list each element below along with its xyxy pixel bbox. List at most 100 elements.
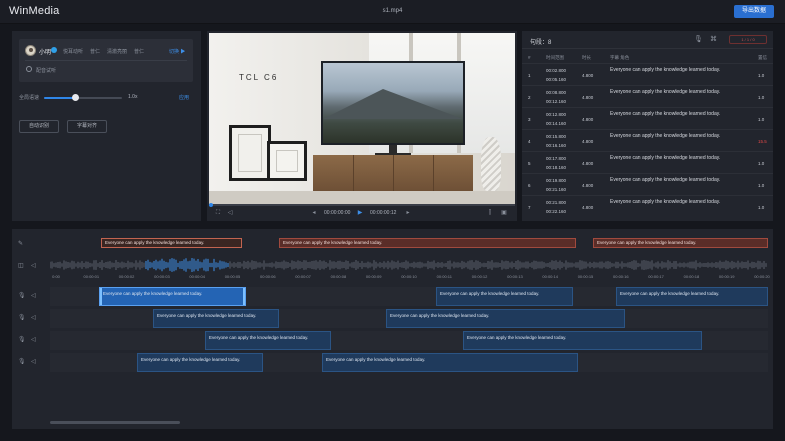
current-time: 00:00:00:00	[324, 210, 351, 216]
volume-icon[interactable]: ◁	[31, 314, 36, 321]
volume-icon[interactable]: ◁	[31, 358, 36, 365]
original-subtitle-clip[interactable]: Everyone can apply the knowledge learned…	[279, 238, 576, 248]
subtitle-row[interactable]: 3 00:12.800 00:14.160 4.800 Everyone can app…	[522, 107, 773, 129]
time-ruler[interactable]: 0:00 00:00:01 00:00:02 00:00:03 00:00:04 00:0…	[50, 273, 770, 283]
voice-tag: 清澈亮丽	[107, 49, 128, 55]
voice-clip[interactable]: Everyone can apply the knowledge learned…	[463, 331, 702, 350]
original-subtitle-clip[interactable]: Everyone can apply the knowledge learned…	[101, 238, 242, 248]
preview-radio[interactable]	[26, 66, 32, 72]
voice-clip[interactable]: Everyone can apply the knowledge learned…	[386, 309, 625, 328]
subtitle-text[interactable]: Everyone can apply the knowledge learned…	[610, 89, 720, 95]
auto-recognize-button[interactable]: 自动识别	[19, 120, 59, 133]
voice-tag: 普仁	[134, 49, 145, 55]
row-number: 5	[528, 161, 531, 166]
original-subtitle-lane: Everyone can apply the knowledge learned…	[50, 238, 768, 248]
voice-clip[interactable]: Everyone can apply the knowledge learned…	[153, 309, 279, 328]
subtitle-text[interactable]: Everyone can apply the knowledge learned…	[610, 155, 720, 161]
volume-icon[interactable]: ◁	[31, 262, 36, 269]
microphone-icon[interactable]: 🎙︎	[18, 336, 26, 343]
voice-clip[interactable]: Everyone can apply the knowledge learned…	[99, 287, 246, 306]
voice-tag: 普仁	[90, 49, 101, 55]
voice-clip[interactable]: Everyone can apply the knowledge learned…	[205, 331, 331, 350]
subtitle-header: 句段：8 🎙︎ ⌘ 1 / 1 / 0	[522, 31, 773, 49]
original-subtitle-clip[interactable]: Everyone can apply the knowledge learned…	[593, 238, 768, 248]
microphone-icon[interactable]: 🎙︎	[18, 314, 26, 321]
voice-clip-text: Everyone can apply the knowledge learned…	[103, 291, 203, 296]
end-time: 00:12.160	[546, 99, 567, 104]
speed-value: 1.0x	[128, 94, 138, 100]
confidence-value: 1.0	[758, 117, 765, 122]
subtitle-row[interactable]: 1 00:02.800 00:05.160 4.800 Everyone can app…	[522, 63, 773, 85]
split-icon[interactable]: ⫿	[487, 210, 493, 216]
ruler-tick-label: 00:00:19	[718, 274, 735, 279]
voice-track: Everyone can apply the knowledge learned…	[50, 331, 768, 350]
rewind-icon[interactable]: ◂	[311, 210, 317, 216]
ruler-tick-label: 00:00:20	[754, 274, 770, 279]
microphone-icon[interactable]: 🎙︎	[18, 292, 26, 299]
confidence-value: 1.0	[758, 205, 765, 210]
avatar	[25, 45, 36, 56]
align-subtitles-button[interactable]: 字幕对齐	[67, 120, 107, 133]
subtitle-text[interactable]: Everyone can apply the knowledge learned…	[610, 67, 720, 73]
timeline-scrollbar[interactable]	[50, 421, 180, 424]
subtitle-row[interactable]: 6 00:19.800 00:21.160 4.800 Everyone can app…	[522, 173, 773, 195]
fullscreen-icon[interactable]: ⛶	[215, 210, 221, 216]
duration: 4.800	[582, 161, 594, 166]
video-controls: ⛶ ◁ ◂ 00:00:00:00 ▶ 00:00:00:12 ▸ ⫿ ▣	[209, 207, 515, 219]
subtitle-text[interactable]: Everyone can apply the knowledge learned…	[610, 133, 720, 139]
voice-clip[interactable]: Everyone can apply the knowledge learned…	[616, 287, 768, 306]
top-bar: WinMedia s1.mp4 导出数据	[0, 0, 785, 24]
subtitle-row[interactable]: 7 00:21.800 00:22.160 4.800 Everyone can app…	[522, 195, 773, 217]
start-time: 00:12.800	[546, 112, 567, 117]
subtitle-row[interactable]: 5 00:17.800 00:18.160 4.800 Everyone can app…	[522, 151, 773, 173]
video-preview[interactable]: TCL C6	[209, 33, 515, 205]
volume-icon[interactable]: ◁	[31, 292, 36, 299]
error-count-pill[interactable]: 1 / 1 / 0	[729, 35, 767, 44]
ruler-tick-label: 00:00:15	[577, 274, 594, 279]
ruler-tick-label: 00:00:18	[683, 274, 700, 279]
export-button[interactable]: 导出数据	[734, 5, 774, 18]
start-time: 00:19.800	[546, 178, 567, 183]
volume-icon[interactable]: ◁	[227, 210, 233, 216]
settings-icon[interactable]: ▣	[501, 210, 507, 216]
ruler-tick-label: 00:00:16	[613, 274, 629, 279]
duration: 4.800	[582, 73, 594, 78]
translate-icon[interactable]: ⌘	[710, 36, 717, 43]
subtitle-text[interactable]: Everyone can apply the knowledge learned…	[610, 199, 720, 205]
subtitle-text[interactable]: Everyone can apply the knowledge learned…	[610, 111, 720, 117]
audio-waveform[interactable]	[50, 258, 768, 272]
start-time: 00:15.800	[546, 134, 567, 139]
voice-clip[interactable]: Everyone can apply the knowledge learned…	[137, 353, 263, 372]
timeline-panel: ✎ Everyone can apply the knowledge learn…	[12, 229, 773, 429]
speed-label: 全局语速	[19, 95, 40, 101]
video-progress-bar[interactable]	[209, 204, 515, 206]
voice-card[interactable]: 小明 悦耳动听 普仁 清澈亮丽 普仁 切换 ▶ 配音试听	[19, 39, 193, 82]
voice-track: Everyone can apply the knowledge learned…	[50, 353, 768, 372]
edit-icon[interactable]: ✎	[18, 240, 23, 247]
switch-voice-link[interactable]: 切换 ▶	[169, 48, 185, 55]
speed-slider-thumb[interactable]	[72, 94, 80, 101]
apply-link[interactable]: 应用	[179, 94, 189, 101]
ruler-tick-label: 00:00:10	[401, 274, 417, 279]
microphone-icon[interactable]: 🎙︎	[18, 358, 26, 365]
subtitle-row[interactable]: 4 00:15.800 00:16.160 4.800 Everyone can app…	[522, 129, 773, 151]
volume-icon[interactable]: ◁	[31, 336, 36, 343]
ruler-tick-label: 00:00:04	[189, 274, 205, 279]
start-time: 00:21.800	[546, 200, 567, 205]
column-header: 时长	[582, 55, 591, 60]
confidence-value: 1.0	[758, 73, 765, 78]
play-icon[interactable]: ▶	[357, 210, 363, 216]
microphone-icon[interactable]: 🎙︎	[694, 36, 703, 43]
scene-frame	[267, 141, 307, 181]
audio-track-icon[interactable]: ◫	[18, 262, 24, 269]
duration: 4.800	[582, 117, 594, 122]
end-time: 00:16.160	[546, 143, 567, 148]
divider	[25, 60, 187, 61]
voice-clip[interactable]: Everyone can apply the knowledge learned…	[322, 353, 578, 372]
subtitle-text[interactable]: Everyone can apply the knowledge learned…	[610, 177, 720, 183]
forward-icon[interactable]: ▸	[405, 210, 411, 216]
voice-tag: 悦耳动听	[63, 49, 84, 55]
subtitle-row[interactable]: 2 00:08.800 00:12.160 4.800 Everyone can app…	[522, 85, 773, 107]
voice-clip[interactable]: Everyone can apply the knowledge learned…	[436, 287, 573, 306]
ruler-tick-label: 00:00:14	[542, 274, 558, 279]
